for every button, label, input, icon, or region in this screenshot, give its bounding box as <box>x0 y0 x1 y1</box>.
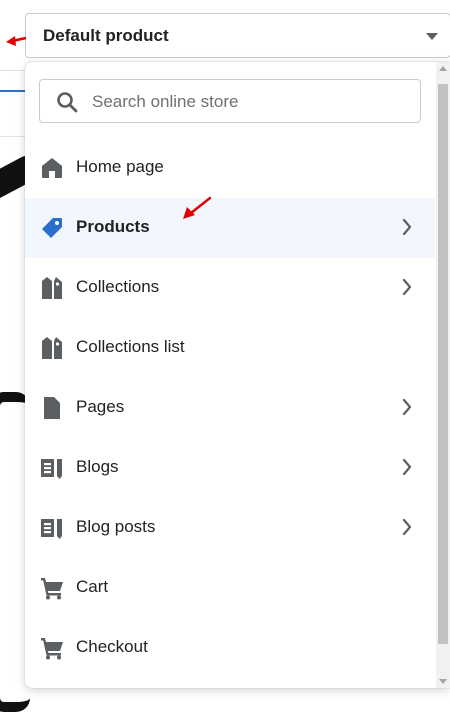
page-picker-dropdown: Home page Products Collections <box>25 62 450 688</box>
menu-item-home-page[interactable]: Home page <box>25 138 435 198</box>
search-field[interactable] <box>39 79 421 124</box>
menu-item-blogs[interactable]: Blogs <box>25 438 435 498</box>
dropdown-scrollbar[interactable] <box>436 62 450 688</box>
collections-icon <box>42 277 62 299</box>
active-tab-underline <box>0 90 26 92</box>
caret-down-icon <box>426 33 438 40</box>
cart-icon <box>41 578 63 600</box>
menu-item-label: Cart <box>76 577 109 596</box>
template-selector[interactable]: Default product <box>25 13 450 58</box>
menu-item-collections-list[interactable]: Collections list <box>25 318 435 378</box>
blog-icon <box>41 459 62 479</box>
menu-item-label: Home page <box>76 157 164 176</box>
menu-item-label: Checkout <box>76 637 148 656</box>
search-input[interactable] <box>90 80 414 124</box>
page-icon <box>44 397 60 419</box>
chevron-right-icon <box>402 518 412 536</box>
menu-item-label: Blogs <box>76 457 119 476</box>
menu-item-pages[interactable]: Pages <box>25 378 435 438</box>
menu-item-checkout[interactable]: Checkout <box>25 618 435 678</box>
menu-item-label: Collections list <box>76 337 185 356</box>
scrollbar-thumb[interactable] <box>438 84 448 644</box>
annotation-arrow-icon <box>183 196 212 219</box>
menu-item-label: Collections <box>76 277 160 296</box>
template-selector-label: Default product <box>43 26 169 45</box>
menu-item-label: Pages <box>76 397 125 416</box>
menu-item-label: Products <box>76 217 150 236</box>
blog-icon <box>41 519 62 539</box>
menu-item-collections[interactable]: Collections <box>25 258 435 318</box>
menu-item-blog-posts[interactable]: Blog posts <box>25 498 435 558</box>
cart-icon <box>41 638 63 660</box>
collections-icon <box>42 337 62 359</box>
chevron-right-icon <box>402 458 412 476</box>
divider <box>0 136 26 137</box>
annotation-arrow-icon <box>6 36 27 46</box>
chevron-right-icon <box>402 398 412 416</box>
chevron-right-icon <box>402 278 412 296</box>
page-type-list: Home page Products Collections Collectio… <box>25 138 435 678</box>
home-icon <box>42 158 62 178</box>
menu-item-products[interactable]: Products <box>25 198 435 258</box>
chevron-right-icon <box>402 218 412 236</box>
menu-item-cart[interactable]: Cart <box>25 558 435 618</box>
tag-icon <box>42 218 62 238</box>
menu-item-label: Blog posts <box>76 517 156 536</box>
search-icon <box>57 92 78 113</box>
scroll-down-arrow-icon[interactable] <box>439 679 447 684</box>
scroll-up-arrow-icon[interactable] <box>439 66 447 71</box>
